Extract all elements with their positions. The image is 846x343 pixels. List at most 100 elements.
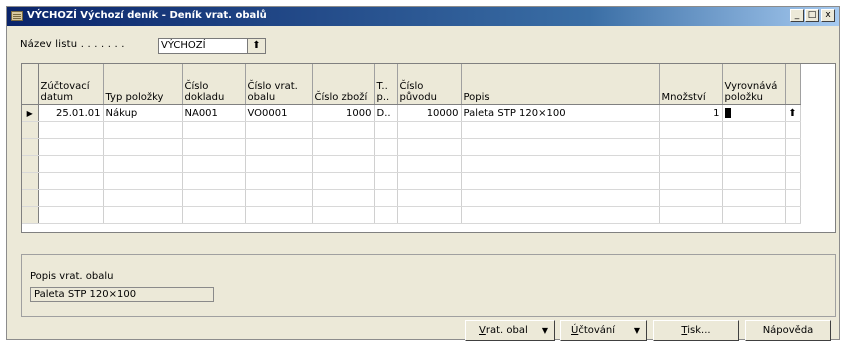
empty-cell[interactable] — [659, 206, 723, 224]
col-header-quantity[interactable]: Množství — [659, 64, 723, 105]
empty-cell[interactable] — [722, 121, 786, 139]
empty-cell[interactable] — [659, 138, 723, 156]
table-row-empty[interactable] — [22, 206, 801, 224]
empty-cell[interactable] — [103, 121, 183, 139]
table-row-empty[interactable] — [22, 172, 801, 190]
empty-cell[interactable] — [182, 172, 246, 190]
empty-cell[interactable] — [182, 138, 246, 156]
empty-cell[interactable] — [38, 172, 104, 190]
empty-cell[interactable] — [722, 155, 786, 173]
print-button[interactable]: Tisk... — [653, 320, 739, 341]
table-row[interactable]: ▶ 25.01.01 Nákup NA001 VO0001 1000 D.. 1… — [22, 104, 801, 122]
help-button[interactable]: Nápověda — [745, 320, 831, 341]
col-header-applies-to-entry[interactable]: Vyrovnává položku — [722, 64, 786, 105]
empty-cell[interactable] — [182, 121, 246, 139]
col-header-posting-date[interactable]: Zúčtovací datum — [38, 64, 104, 105]
title-bar[interactable]: VÝCHOZÍ Výchozí deník - Deník vrat. obal… — [7, 7, 839, 26]
restore-button[interactable]: □ — [805, 9, 819, 22]
empty-cell[interactable] — [397, 172, 462, 190]
row-selector[interactable] — [22, 206, 39, 224]
minimize-button[interactable]: _ — [790, 9, 804, 22]
col-header-item-no[interactable]: Číslo zboží — [312, 64, 375, 105]
row-selector[interactable]: ▶ — [22, 104, 39, 122]
empty-cell[interactable] — [397, 121, 462, 139]
empty-cell[interactable] — [461, 172, 660, 190]
empty-cell[interactable] — [38, 138, 104, 156]
empty-cell[interactable] — [461, 206, 660, 224]
posting-menu-button[interactable]: Účtování ▼ — [560, 320, 647, 341]
empty-cell[interactable] — [659, 155, 723, 173]
col-header-source-no[interactable]: Číslo původu — [397, 64, 462, 105]
empty-cell[interactable] — [461, 155, 660, 173]
col-header-entry-type[interactable]: Typ položky — [103, 64, 183, 105]
empty-cell[interactable] — [397, 155, 462, 173]
empty-cell[interactable] — [312, 121, 375, 139]
col-header-document-no[interactable]: Číslo dokladu — [182, 64, 246, 105]
empty-cell[interactable] — [659, 189, 723, 207]
empty-cell[interactable] — [245, 172, 313, 190]
col-header-source-type[interactable]: T.. p.. — [374, 64, 398, 105]
cell-applies-to-entry[interactable] — [722, 104, 786, 122]
empty-cell[interactable] — [245, 121, 313, 139]
row-selector[interactable] — [22, 155, 39, 173]
return-package-menu-button[interactable]: Vrat. obal ▼ — [465, 320, 555, 341]
empty-cell[interactable] — [397, 206, 462, 224]
empty-cell[interactable] — [312, 138, 375, 156]
empty-cell[interactable] — [374, 138, 398, 156]
table-row-empty[interactable] — [22, 155, 801, 173]
cell-source-type[interactable]: D.. — [374, 104, 398, 122]
empty-cell[interactable] — [461, 138, 660, 156]
close-button[interactable]: x — [821, 9, 835, 22]
cell-quantity[interactable]: 1 — [659, 104, 723, 122]
empty-cell[interactable] — [38, 121, 104, 139]
empty-cell[interactable] — [397, 189, 462, 207]
table-row-empty[interactable] — [22, 138, 801, 156]
cell-source-no[interactable]: 10000 — [397, 104, 462, 122]
sheet-name-field[interactable]: VÝCHOZÍ ⬆ — [158, 38, 266, 54]
row-selector[interactable] — [22, 189, 39, 207]
empty-cell[interactable] — [374, 189, 398, 207]
empty-cell[interactable] — [103, 155, 183, 173]
empty-cell[interactable] — [722, 172, 786, 190]
empty-cell[interactable] — [374, 172, 398, 190]
empty-cell[interactable] — [659, 121, 723, 139]
table-row-empty[interactable] — [22, 189, 801, 207]
empty-cell[interactable] — [722, 206, 786, 224]
col-header-package-no[interactable]: Číslo vrat. obalu — [245, 64, 313, 105]
empty-cell[interactable] — [38, 206, 104, 224]
empty-cell[interactable] — [103, 206, 183, 224]
lookup-arrow-icon[interactable]: ⬆ — [785, 104, 801, 122]
empty-cell[interactable] — [397, 138, 462, 156]
cell-item-no[interactable]: 1000 — [312, 104, 375, 122]
sheet-name-value[interactable]: VÝCHOZÍ — [161, 40, 206, 51]
empty-cell[interactable] — [182, 155, 246, 173]
empty-cell[interactable] — [38, 189, 104, 207]
row-selector-header[interactable] — [22, 64, 39, 105]
row-selector[interactable] — [22, 138, 39, 156]
empty-cell[interactable] — [103, 172, 183, 190]
empty-cell[interactable] — [245, 189, 313, 207]
empty-cell[interactable] — [461, 189, 660, 207]
empty-cell[interactable] — [722, 189, 786, 207]
empty-cell[interactable] — [245, 138, 313, 156]
cell-posting-date[interactable]: 25.01.01 — [38, 104, 104, 122]
empty-cell[interactable] — [461, 121, 660, 139]
empty-cell[interactable] — [38, 155, 104, 173]
row-selector[interactable] — [22, 121, 39, 139]
cell-package-no[interactable]: VO0001 — [245, 104, 313, 122]
empty-cell[interactable] — [312, 155, 375, 173]
empty-cell[interactable] — [374, 155, 398, 173]
empty-cell[interactable] — [245, 155, 313, 173]
empty-cell[interactable] — [312, 206, 375, 224]
row-selector[interactable] — [22, 172, 39, 190]
empty-cell[interactable] — [245, 206, 313, 224]
empty-cell[interactable] — [374, 121, 398, 139]
sheet-lookup-button[interactable]: ⬆ — [247, 39, 265, 53]
cell-description[interactable]: Paleta STP 120×100 — [461, 104, 660, 122]
empty-cell[interactable] — [182, 189, 246, 207]
empty-cell[interactable] — [103, 138, 183, 156]
empty-cell[interactable] — [659, 172, 723, 190]
cell-document-no[interactable]: NA001 — [182, 104, 246, 122]
cell-entry-type[interactable]: Nákup — [103, 104, 183, 122]
empty-cell[interactable] — [182, 206, 246, 224]
